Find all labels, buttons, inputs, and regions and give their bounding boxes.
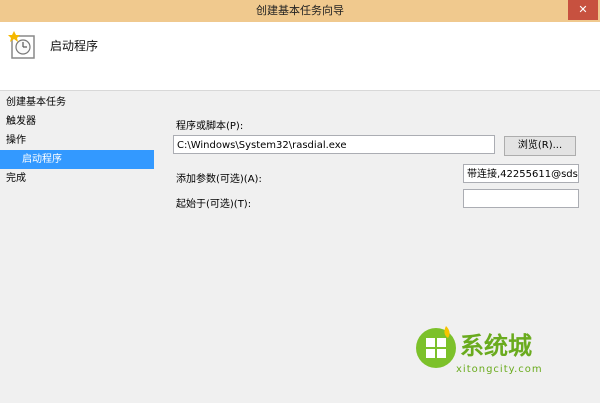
watermark-text: 系统城	[460, 332, 532, 360]
program-label: 程序或脚本(P):	[176, 121, 244, 132]
windows-logo-icon	[416, 326, 456, 368]
watermark-url: xitongcity.com	[456, 364, 543, 375]
window-titlebar: 创建基本任务向导 ✕	[0, 0, 600, 22]
arguments-input[interactable]: 带连接,42255611@sdsl	[463, 164, 579, 183]
close-icon: ✕	[578, 3, 588, 16]
step-trigger[interactable]: 触发器	[0, 112, 160, 131]
start-in-label: 起始于(可选)(T):	[176, 199, 252, 210]
wizard-header: 启动程序	[0, 22, 600, 91]
watermark: 系统城 xitongcity.com	[412, 322, 587, 392]
window-title: 创建基本任务向导	[256, 4, 344, 17]
browse-button[interactable]: 浏览(R)...	[504, 136, 576, 156]
program-input[interactable]: C:\Windows\System32\rasdial.exe	[173, 135, 495, 154]
start-in-input[interactable]	[463, 189, 579, 208]
step-finish[interactable]: 完成	[0, 169, 160, 188]
step-create-basic-task[interactable]: 创建基本任务	[0, 93, 160, 112]
wizard-steps: 创建基本任务 触发器 操作 启动程序 完成	[0, 93, 160, 188]
step-start-program[interactable]: 启动程序	[0, 150, 154, 169]
close-button[interactable]: ✕	[568, 0, 598, 20]
page-title: 启动程序	[50, 39, 99, 53]
arguments-label: 添加参数(可选)(A):	[176, 174, 262, 185]
clock-task-icon	[8, 31, 35, 59]
step-action[interactable]: 操作	[0, 131, 160, 150]
